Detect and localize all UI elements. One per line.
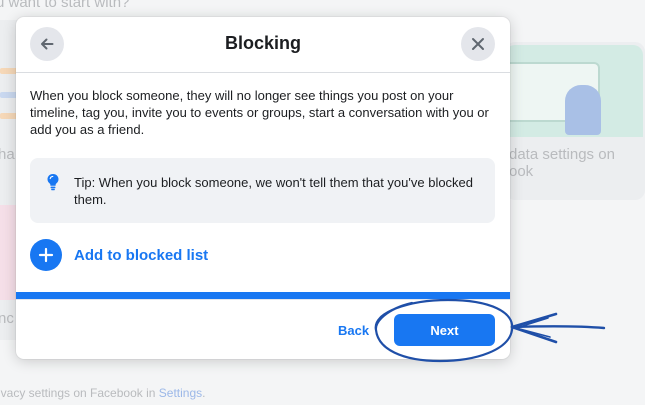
annotation-arrow-head [510,312,558,344]
background-illustration-hand [565,85,601,135]
lightbulb-icon [47,174,59,191]
footer-divider [16,299,510,300]
annotation-arrow-shaft [510,325,606,330]
add-to-blocked-list-button[interactable]: Add to blocked list [30,239,208,271]
footer-period: . [202,386,206,400]
settings-link[interactable]: Settings [159,386,202,400]
background-left-text: ha [0,146,15,163]
footer-text: ivacy settings on Facebook in [0,386,159,400]
close-icon [472,38,484,50]
dialog-title: Blocking [224,33,301,53]
background-card-text: data settings on ook [509,146,615,180]
add-to-blocked-list-label: Add to blocked list [74,246,209,264]
back-button[interactable]: Back [338,323,369,338]
background-footer: ivacy settings on Facebook in Settings. [0,386,205,400]
dialog-header: Blocking [16,17,510,73]
tip-box: Tip: When you block someone, we won't te… [30,158,495,223]
tip-text: Tip: When you block someone, we won't te… [74,175,474,207]
next-button[interactable]: Next [394,314,495,346]
background-left-text: nc [0,310,14,327]
progress-fill [16,292,510,299]
close-button[interactable] [461,27,495,61]
background-heading: u want to start with? [0,0,130,11]
blocking-description: When you block someone, they will no lon… [30,88,489,137]
progress-bar [16,292,510,299]
add-circle [30,239,62,271]
blocking-dialog: Blocking When you block someone, they wi… [16,17,510,359]
annotation-arrow-head-stroke [515,317,551,338]
plus-icon [38,247,54,263]
